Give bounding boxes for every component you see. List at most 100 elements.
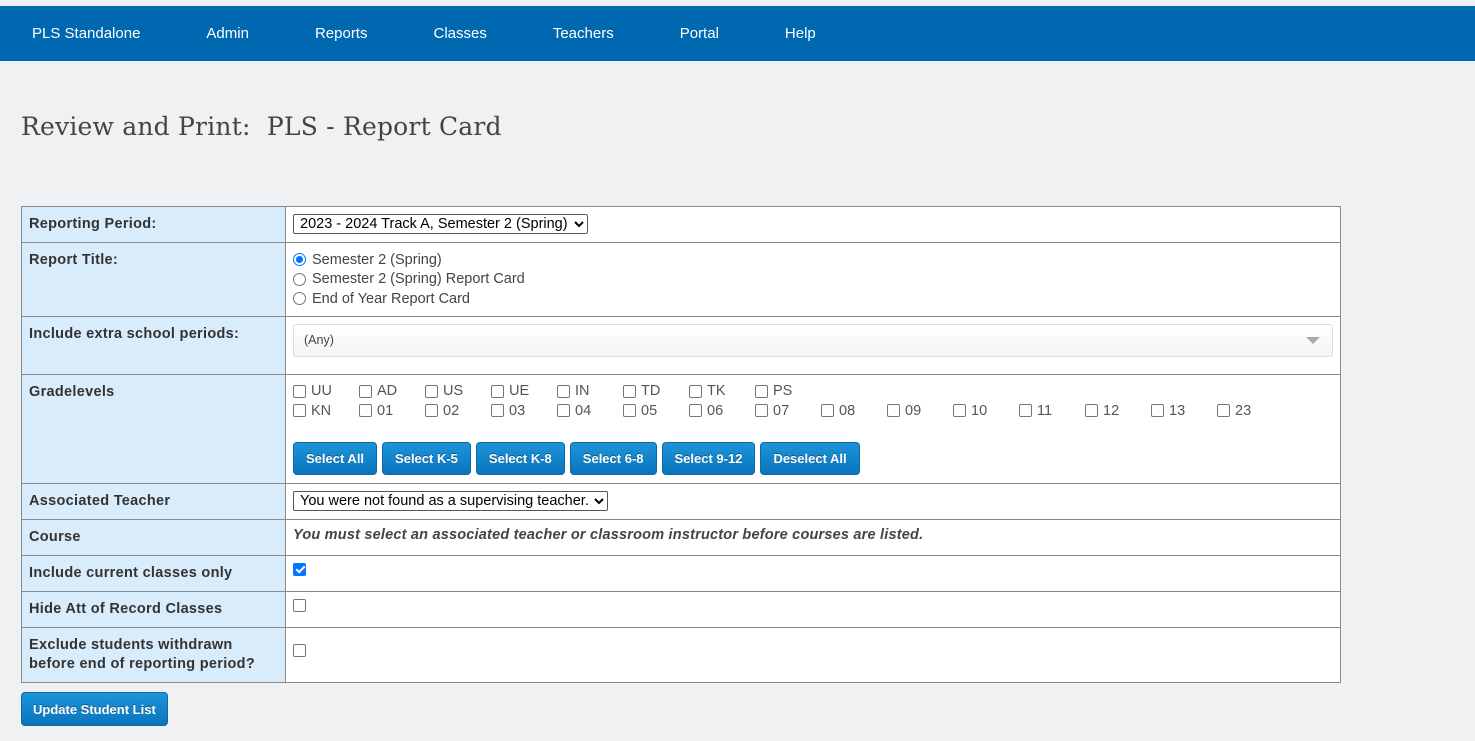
report-title-option-label: Semester 2 (Spring) Report Card (312, 271, 525, 288)
checkbox-unchecked[interactable] (293, 404, 306, 418)
grade-checkbox[interactable]: 03 (491, 403, 557, 419)
current-classes-checkbox[interactable] (293, 562, 306, 576)
grade-label: UE (509, 383, 530, 400)
checkbox-unchecked[interactable] (359, 384, 372, 398)
grade-checkbox[interactable]: KN (293, 403, 359, 419)
select-6-8-button[interactable]: Select 6-8 (569, 441, 657, 475)
checkbox-unchecked[interactable] (425, 404, 438, 418)
nav-teachers[interactable]: Teachers (553, 25, 614, 42)
checkbox-unchecked[interactable] (491, 404, 504, 418)
report-title-label: Report Title: (21, 242, 286, 317)
checkbox-unchecked[interactable] (557, 404, 570, 418)
deselect-all-button[interactable]: Deselect All (760, 441, 860, 475)
checkbox-unchecked[interactable] (887, 404, 900, 418)
select-k5-button[interactable]: Select K-5 (382, 441, 471, 475)
grade-checkbox[interactable]: 09 (887, 403, 953, 419)
checkbox-unchecked[interactable] (755, 404, 768, 418)
select-9-12-button[interactable]: Select 9-12 (661, 441, 756, 475)
exclude-withdrawn-checkbox[interactable] (293, 644, 306, 657)
checkbox-unchecked[interactable] (821, 404, 834, 418)
grade-label: 03 (509, 402, 526, 419)
grade-checkbox[interactable]: IN (557, 383, 623, 399)
update-student-list-button[interactable]: Update Student List (21, 692, 168, 726)
radio-unselected[interactable] (293, 272, 306, 286)
checkbox-unchecked[interactable] (1085, 404, 1098, 418)
grade-checkbox[interactable]: 23 (1217, 403, 1283, 419)
grade-checkbox[interactable]: 11 (1019, 403, 1085, 419)
checkbox-unchecked[interactable] (623, 384, 636, 398)
extra-periods-label: Include extra school periods: (21, 315, 286, 375)
select-k8-button[interactable]: Select K-8 (475, 441, 565, 475)
gradelevels-row-1: UU AD US UE IN TD TK PS (293, 382, 1333, 402)
extra-periods-value: (Any) (304, 333, 334, 347)
grade-label: 05 (641, 402, 658, 419)
exclude-withdrawn-label-line2: before end of reporting period? (29, 655, 255, 672)
nav-reports[interactable]: Reports (315, 25, 368, 42)
grade-label: US (443, 383, 464, 400)
associated-teacher-select[interactable]: You were not found as a supervising teac… (293, 490, 608, 511)
grade-checkbox[interactable]: 13 (1151, 403, 1217, 419)
checkbox-unchecked[interactable] (689, 384, 702, 398)
checkbox-unchecked[interactable] (293, 384, 306, 398)
grade-checkbox[interactable]: 07 (755, 403, 821, 419)
grade-label: 04 (575, 402, 592, 419)
grade-checkbox[interactable]: UE (491, 383, 557, 399)
current-classes-label: Include current classes only (21, 554, 286, 592)
radio-selected[interactable] (293, 253, 306, 267)
checkbox-unchecked[interactable] (557, 384, 570, 398)
checkbox-unchecked[interactable] (359, 404, 372, 418)
page-title: Review and Print: PLS - Report Card (21, 112, 502, 141)
nav-classes[interactable]: Classes (433, 25, 486, 42)
report-title-option[interactable]: End of Year Report Card (293, 289, 1333, 309)
grade-checkbox[interactable]: TD (623, 383, 689, 399)
hide-att-checkbox[interactable] (293, 598, 306, 612)
row-report-title: Report Title: Semester 2 (Spring) Semest… (21, 242, 1341, 317)
grade-checkbox[interactable]: 12 (1085, 403, 1151, 419)
grade-label: 08 (839, 402, 856, 419)
grade-checkbox[interactable]: 08 (821, 403, 887, 419)
exclude-withdrawn-label-line1: Exclude students withdrawn (29, 636, 233, 653)
grade-label: 11 (1037, 402, 1053, 419)
row-hide-att: Hide Att of Record Classes (21, 590, 1341, 628)
row-current-classes: Include current classes only (21, 554, 1341, 592)
nav-help[interactable]: Help (785, 25, 816, 42)
report-form-table: Reporting Period: 2023 - 2024 Track A, S… (21, 206, 1341, 683)
grade-label: 10 (971, 402, 988, 419)
grade-label: 07 (773, 402, 790, 419)
nav-admin[interactable]: Admin (206, 25, 249, 42)
checkbox-unchecked[interactable] (953, 404, 966, 418)
checkbox-unchecked[interactable] (689, 404, 702, 418)
grade-label: 02 (443, 402, 460, 419)
grade-checkbox[interactable]: 10 (953, 403, 1019, 419)
grade-checkbox[interactable]: 06 (689, 403, 755, 419)
grade-checkbox[interactable]: 05 (623, 403, 689, 419)
select-all-button[interactable]: Select All (293, 441, 378, 475)
checkbox-unchecked[interactable] (755, 384, 768, 398)
radio-unselected[interactable] (293, 292, 306, 306)
checkbox-unchecked[interactable] (1151, 404, 1164, 418)
grade-checkbox[interactable]: TK (689, 383, 755, 399)
checkbox-unchecked[interactable] (1019, 404, 1032, 418)
reporting-period-select[interactable]: 2023 - 2024 Track A, Semester 2 (Spring) (293, 214, 588, 234)
grade-checkbox[interactable]: 04 (557, 403, 623, 419)
report-title-option[interactable]: Semester 2 (Spring) (293, 250, 1333, 270)
nav-pls-standalone[interactable]: PLS Standalone (32, 25, 140, 42)
nav-portal[interactable]: Portal (680, 25, 719, 42)
report-title-option[interactable]: Semester 2 (Spring) Report Card (293, 270, 1333, 290)
checkbox-unchecked[interactable] (1217, 404, 1230, 418)
checkbox-unchecked[interactable] (425, 384, 438, 398)
grade-checkbox[interactable]: UU (293, 383, 359, 399)
grade-label: AD (377, 383, 398, 400)
grade-checkbox[interactable]: 02 (425, 403, 491, 419)
grade-checkbox[interactable]: PS (755, 383, 821, 399)
grade-label: 12 (1103, 402, 1120, 419)
main-navbar: PLS Standalone Admin Reports Classes Tea… (0, 6, 1475, 61)
grade-checkbox[interactable]: AD (359, 383, 425, 399)
checkbox-unchecked[interactable] (623, 404, 636, 418)
grade-checkbox[interactable]: 01 (359, 403, 425, 419)
extra-periods-dropdown[interactable]: (Any) (293, 323, 1333, 357)
grade-label: PS (773, 383, 793, 400)
checkbox-unchecked[interactable] (491, 384, 504, 398)
grade-checkbox[interactable]: US (425, 383, 491, 399)
report-title-option-label: End of Year Report Card (312, 290, 470, 307)
